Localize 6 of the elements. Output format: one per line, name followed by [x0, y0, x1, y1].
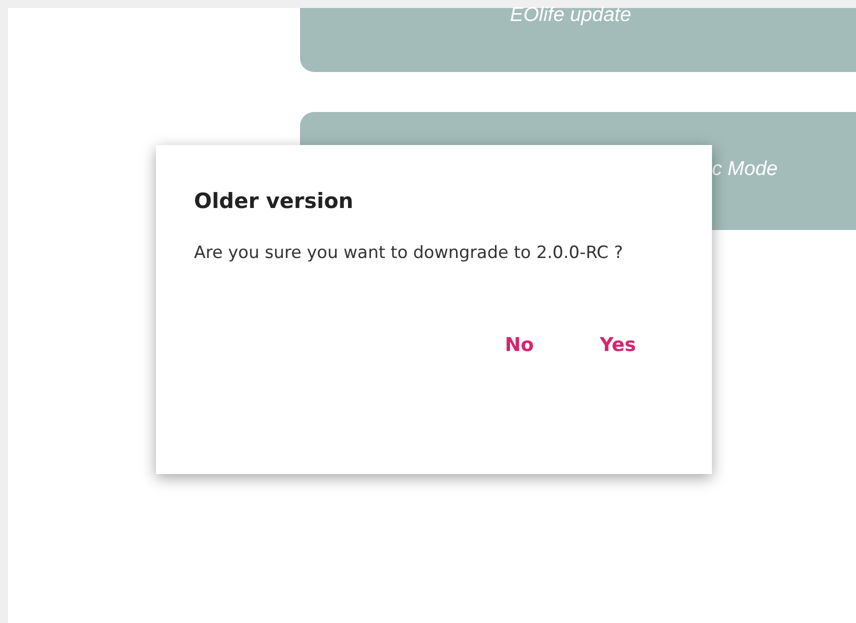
dialog-title: Older version	[194, 189, 354, 213]
card-label: EOlife update	[510, 6, 632, 24]
card-label: c Mode	[712, 158, 778, 181]
dialog-button[interactable]: No	[496, 330, 542, 360]
dialog-message: Are you sure you want to downgrade to 2.0.0-RC ?	[194, 243, 624, 264]
dialog-button[interactable]: Yes	[592, 330, 644, 360]
